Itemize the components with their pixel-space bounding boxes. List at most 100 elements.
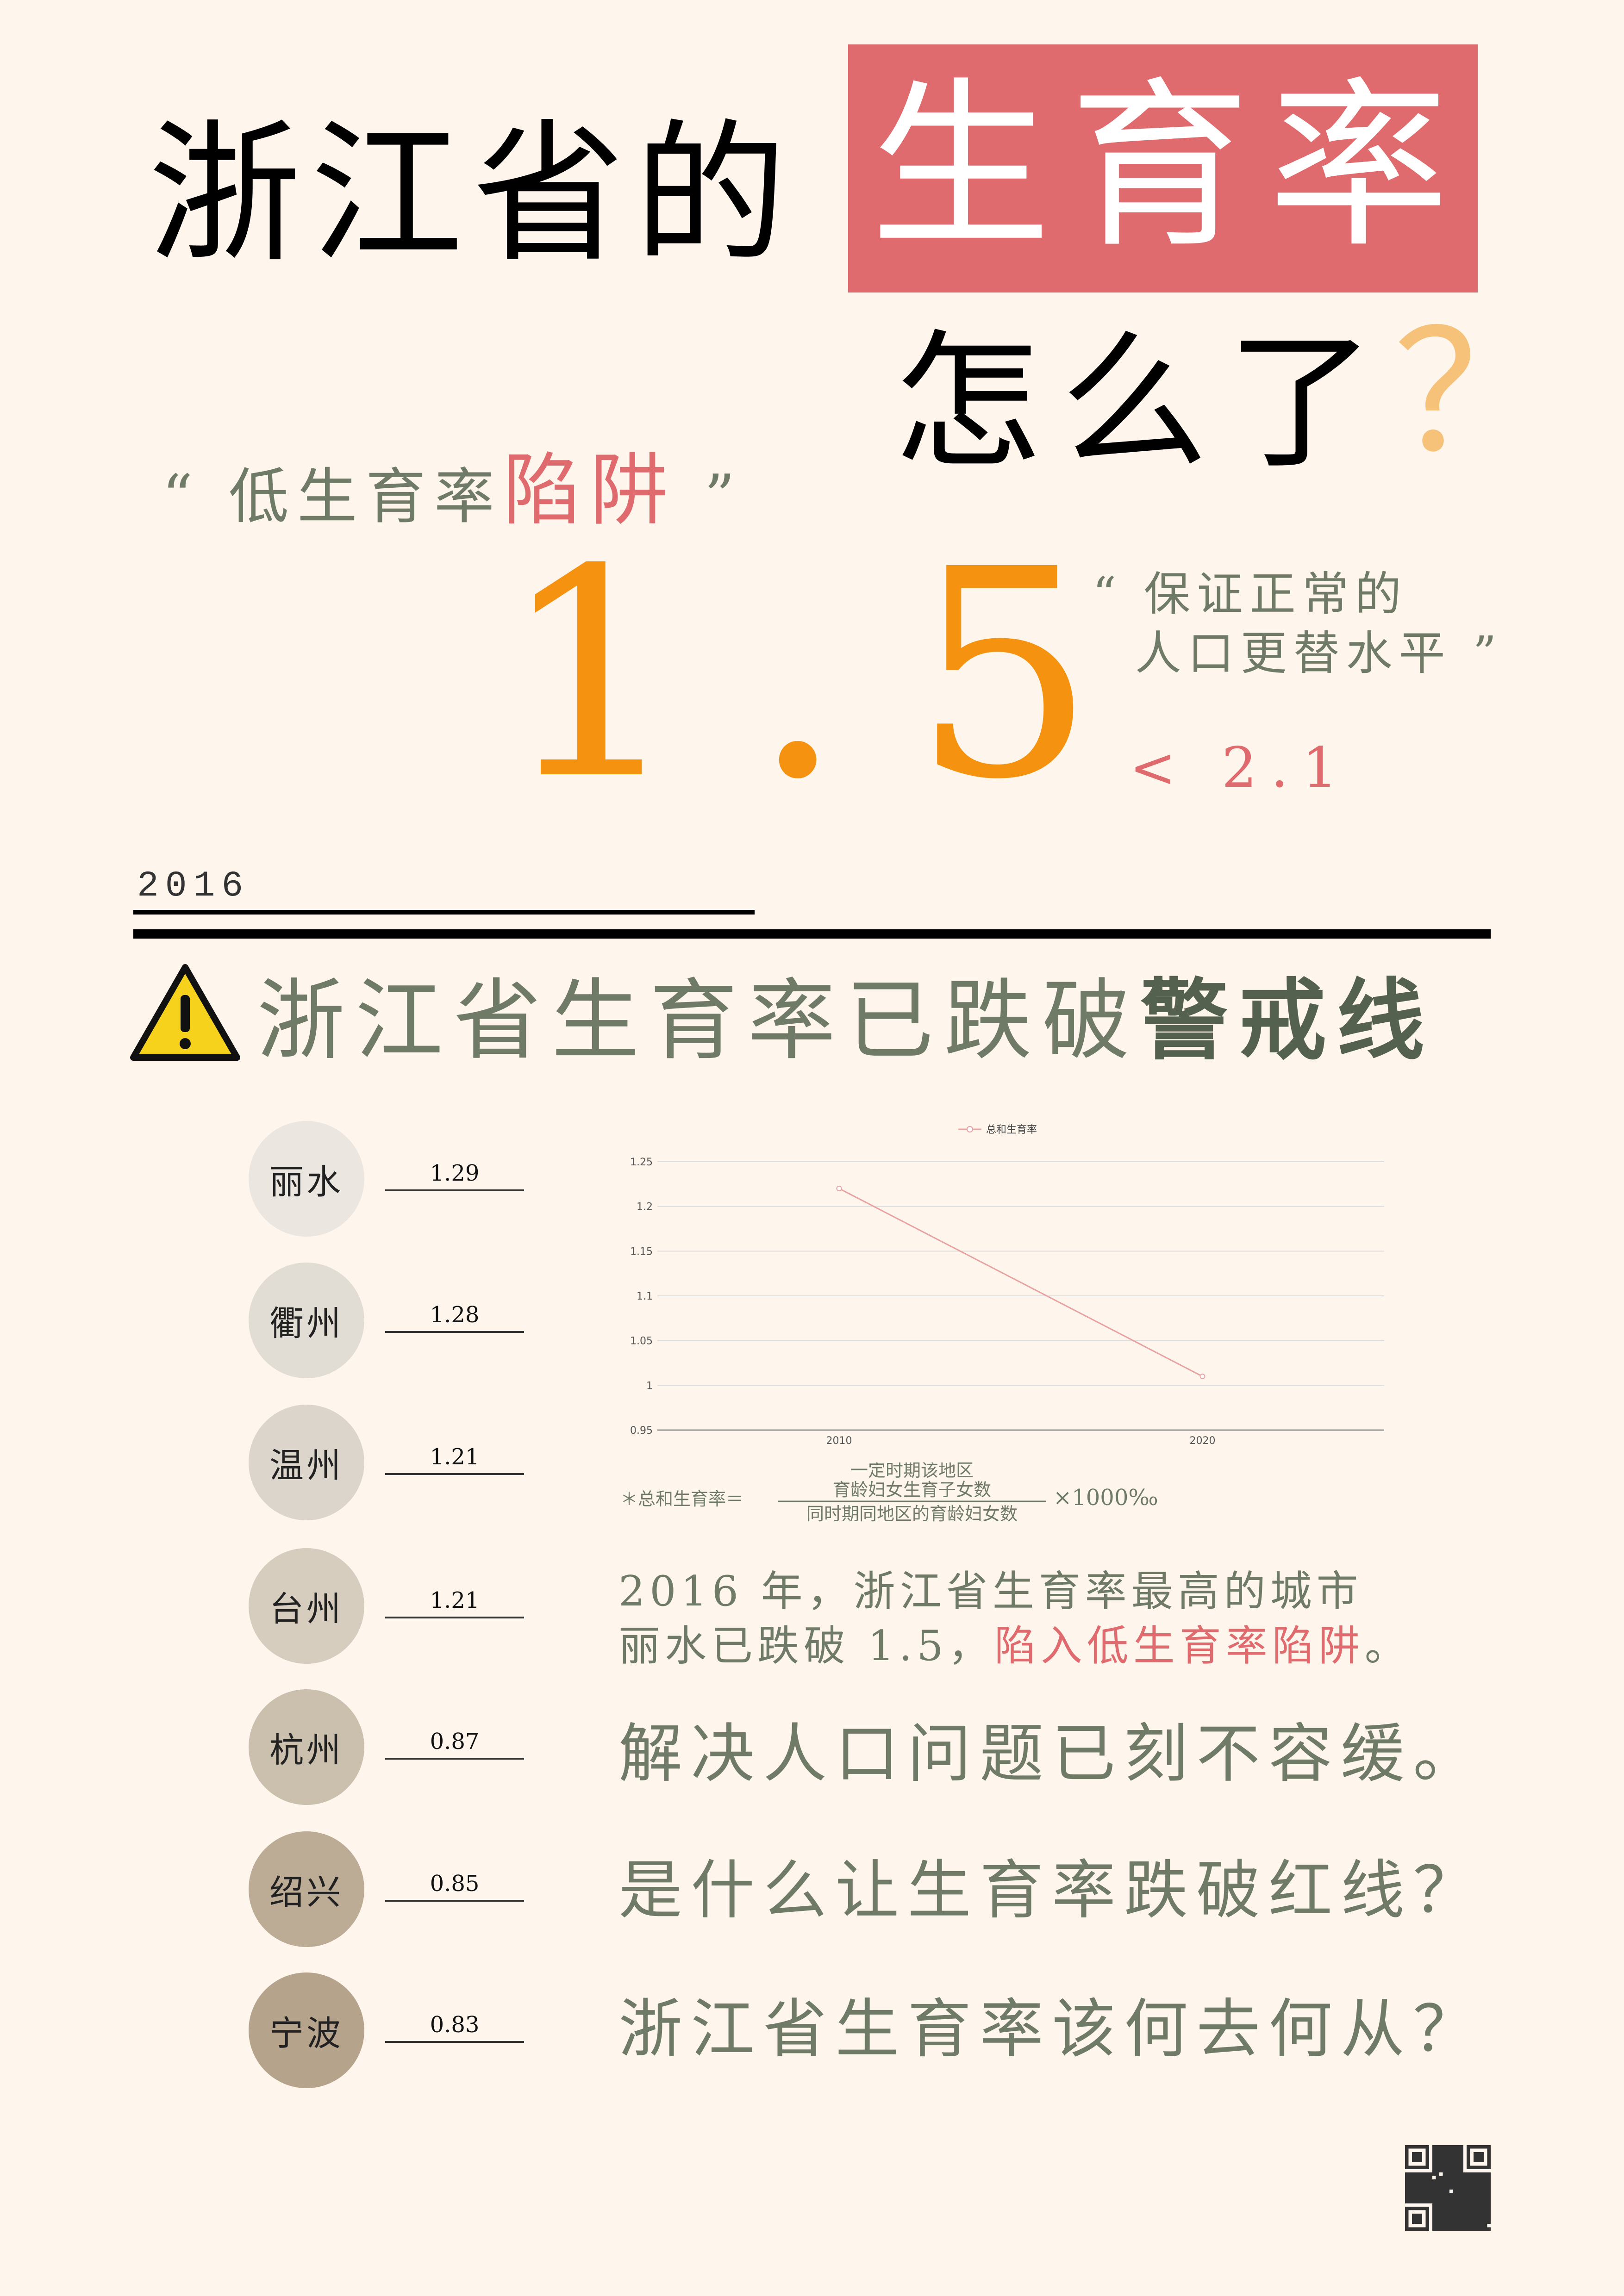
qr-module <box>1443 2217 1446 2221</box>
qr-module <box>1436 2200 1439 2203</box>
qr-module <box>1456 2193 1460 2196</box>
qr-module <box>1453 2183 1456 2186</box>
trap-prefix: 低生育率 <box>228 461 503 532</box>
qr-module <box>1474 2196 1477 2200</box>
qr-module <box>1432 2169 1436 2173</box>
qr-module <box>1415 2200 1419 2203</box>
qr-module <box>1460 2159 1463 2162</box>
qr-module <box>1487 2193 1491 2196</box>
qr-module <box>1432 2190 1436 2193</box>
qr-finder <box>1405 2145 1409 2169</box>
qr-module <box>1439 2155 1443 2159</box>
qr-module <box>1480 2200 1484 2203</box>
qr-module <box>1449 2196 1453 2200</box>
qr-module <box>1460 2203 1463 2207</box>
title-subtitle: 怎么了 <box>893 317 1393 489</box>
qr-module <box>1436 2162 1439 2166</box>
qr-module <box>1480 2172 1484 2176</box>
qr-finder <box>1474 2152 1484 2162</box>
qr-module <box>1425 2176 1429 2179</box>
qr-module <box>1422 2172 1426 2176</box>
qr-module <box>1463 2210 1467 2214</box>
qr-code-icon[interactable] <box>1405 2145 1491 2231</box>
qr-module <box>1460 2217 1463 2221</box>
qr-module <box>1436 2165 1439 2169</box>
qr-module <box>1432 2210 1436 2214</box>
qr-module <box>1449 2207 1453 2210</box>
qr-module <box>1443 2169 1446 2173</box>
qr-module <box>1446 2159 1450 2162</box>
qr-module <box>1484 2179 1487 2183</box>
qr-module <box>1422 2183 1426 2186</box>
qr-module <box>1446 2155 1450 2159</box>
qr-module <box>1449 2172 1453 2176</box>
qr-module <box>1436 2196 1439 2200</box>
qr-module <box>1429 2196 1433 2200</box>
qr-module <box>1436 2220 1439 2224</box>
qr-module <box>1467 2186 1470 2190</box>
qr-module <box>1460 2214 1463 2217</box>
qr-module <box>1439 2217 1443 2221</box>
chart-x-tick-label: 2010 <box>826 1435 852 1447</box>
qr-module <box>1453 2227 1456 2231</box>
chart-series-line <box>838 1188 1203 1377</box>
qr-module <box>1480 2179 1484 2183</box>
qr-module <box>1474 2179 1477 2183</box>
qr-module <box>1467 2190 1470 2193</box>
qr-module <box>1453 2145 1456 2149</box>
qr-module <box>1484 2186 1487 2190</box>
qr-module <box>1470 2214 1474 2217</box>
qr-finder <box>1405 2145 1429 2149</box>
qr-module <box>1470 2224 1474 2228</box>
qr-module <box>1422 2186 1426 2190</box>
qr-module <box>1439 2145 1443 2149</box>
qr-module <box>1449 2210 1453 2214</box>
qr-module <box>1425 2190 1429 2193</box>
qr-finder <box>1425 2145 1429 2169</box>
qr-module <box>1480 2193 1484 2196</box>
qr-module <box>1460 2148 1463 2152</box>
qr-module <box>1432 2196 1436 2200</box>
city-value: 1.21 <box>385 1441 524 1475</box>
qr-module <box>1429 2183 1433 2186</box>
qr-module <box>1412 2183 1416 2186</box>
qr-module <box>1460 2155 1463 2159</box>
qr-module <box>1460 2179 1463 2183</box>
qr-module <box>1453 2165 1456 2169</box>
qr-module <box>1439 2203 1443 2207</box>
qr-module <box>1456 2207 1460 2210</box>
qr-module <box>1432 2186 1436 2190</box>
chart-y-tick-label: 1.25 <box>630 1157 653 1168</box>
qr-module <box>1425 2172 1429 2176</box>
qr-module <box>1449 2176 1453 2179</box>
qr-module <box>1439 2165 1443 2169</box>
page-title: 浙江省的 <box>148 106 796 283</box>
qr-module <box>1415 2176 1419 2179</box>
qr-module <box>1446 2203 1450 2207</box>
qr-module <box>1446 2186 1450 2190</box>
qr-module <box>1487 2210 1491 2214</box>
qr-module <box>1463 2217 1467 2221</box>
qr-module <box>1463 2172 1467 2176</box>
qr-module <box>1463 2214 1467 2217</box>
qr-module <box>1487 2183 1491 2186</box>
qr-module <box>1446 2210 1450 2214</box>
qr-module <box>1429 2190 1433 2193</box>
qr-module <box>1405 2172 1409 2176</box>
qr-module <box>1439 2196 1443 2200</box>
qr-module <box>1436 2183 1439 2186</box>
chart-y-tick-label: 1.15 <box>630 1246 653 1257</box>
qr-module <box>1480 2183 1484 2186</box>
qr-module <box>1408 2200 1412 2203</box>
qr-module <box>1456 2179 1460 2183</box>
qr-module <box>1480 2227 1484 2231</box>
qr-module <box>1436 2152 1439 2156</box>
section-divider <box>133 929 1491 939</box>
qr-module <box>1484 2203 1487 2207</box>
qr-module <box>1487 2196 1491 2200</box>
qr-module <box>1456 2169 1460 2173</box>
qr-module <box>1470 2200 1474 2203</box>
qr-module <box>1463 2179 1467 2183</box>
qr-module <box>1449 2227 1453 2231</box>
qr-finder <box>1405 2227 1429 2231</box>
